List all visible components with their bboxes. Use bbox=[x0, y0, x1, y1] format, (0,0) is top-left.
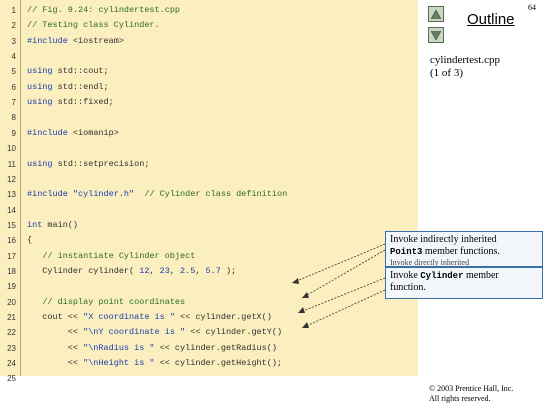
callout-text: Invoke bbox=[390, 270, 421, 281]
arrowhead bbox=[302, 292, 309, 298]
arrowhead bbox=[302, 322, 309, 328]
callout-line: Invoke Cylinder member bbox=[390, 270, 538, 282]
callout-text: member bbox=[463, 270, 499, 281]
callout-line: function. bbox=[390, 282, 426, 293]
copyright-line: © 2003 Prentice Hall, Inc. bbox=[429, 384, 514, 393]
callout-indirect-inheritance: Invoke indirectly inherited Point3 membe… bbox=[385, 231, 543, 267]
callout-line: Invoke indirectly inherited bbox=[390, 234, 497, 245]
callout-code: Point3 bbox=[390, 247, 423, 257]
copyright-line: All rights reserved. bbox=[429, 394, 491, 403]
arrow-to-getHeight bbox=[301, 289, 386, 329]
callout-text: member functions. bbox=[422, 246, 500, 257]
callout-overlap-text: Invoke directly inherited bbox=[390, 258, 470, 267]
callout-direct-member: Invoke Cylinder member function. bbox=[385, 267, 543, 299]
copyright-notice: © 2003 Prentice Hall, Inc. All rights re… bbox=[429, 384, 513, 404]
callout-code: Cylinder bbox=[420, 271, 464, 281]
callout-line: Point3 member functions. bbox=[390, 246, 538, 258]
callout-arrows bbox=[291, 243, 386, 329]
arrowhead bbox=[298, 307, 305, 313]
arrow-to-getY bbox=[301, 249, 386, 299]
arrow-to-getRadius bbox=[297, 277, 386, 314]
arrowhead bbox=[292, 278, 299, 284]
